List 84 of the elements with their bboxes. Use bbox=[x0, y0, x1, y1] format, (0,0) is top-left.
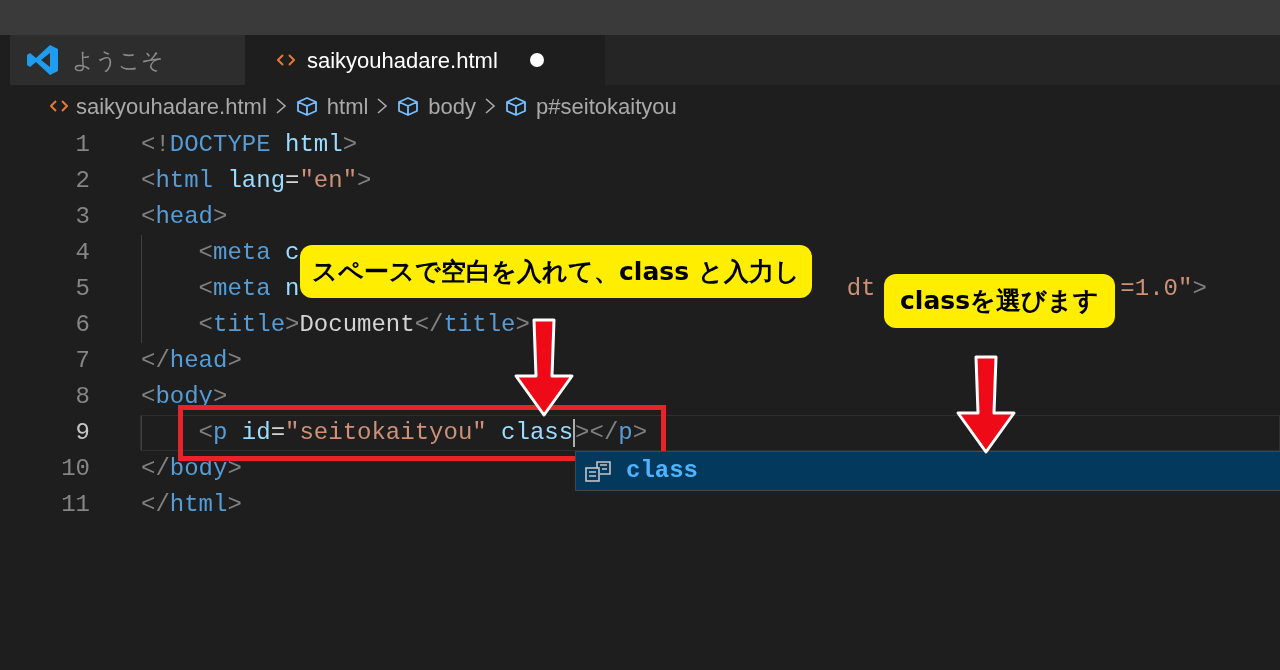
property-icon bbox=[584, 458, 614, 484]
line-number: 7 bbox=[74, 346, 90, 376]
code-token: = bbox=[285, 166, 300, 196]
code-token: n bbox=[284, 274, 300, 304]
app-logo-icon bbox=[26, 43, 60, 77]
breadcrumb-item[interactable]: body bbox=[396, 89, 477, 123]
code-token: meta bbox=[213, 238, 271, 268]
code-token: > bbox=[342, 130, 358, 160]
code-token: head bbox=[155, 202, 213, 232]
code-token: body bbox=[169, 454, 228, 484]
code-token: < bbox=[198, 238, 213, 268]
line-number: 10 bbox=[60, 454, 90, 484]
arrow-icon bbox=[954, 355, 1018, 455]
code-token: class bbox=[500, 418, 574, 448]
code-token: ></ bbox=[575, 418, 619, 448]
code-token: > bbox=[227, 490, 242, 520]
code-token: html bbox=[169, 490, 228, 520]
chevron-right-icon bbox=[484, 97, 497, 115]
code-token: < bbox=[141, 202, 156, 232]
arrow-icon bbox=[512, 318, 576, 418]
code-token: c bbox=[284, 238, 300, 268]
code-token: lang bbox=[226, 166, 286, 196]
code-token: < bbox=[141, 382, 156, 412]
code-token: title bbox=[213, 310, 286, 340]
callout: スペースで空白を入れて、class と入力し bbox=[300, 245, 812, 298]
code-token: <! bbox=[141, 130, 170, 160]
chevron-right-icon bbox=[274, 97, 287, 115]
code-token: > bbox=[213, 382, 228, 412]
code-token: < bbox=[198, 418, 213, 448]
code-token: > bbox=[227, 454, 242, 484]
tab-label: saikyouhadare.html bbox=[307, 46, 498, 75]
code-token: </ bbox=[414, 310, 444, 340]
code-token: DOCTYPE bbox=[169, 130, 271, 160]
code-token: Document bbox=[299, 310, 415, 340]
line-number: 11 bbox=[60, 490, 90, 520]
line-number: 5 bbox=[74, 274, 90, 304]
code-token: > bbox=[1192, 274, 1207, 304]
code-token: = bbox=[270, 418, 286, 448]
line-number: 4 bbox=[74, 238, 90, 268]
code-token: < bbox=[198, 274, 213, 304]
code-token: < bbox=[198, 310, 213, 340]
text-cursor bbox=[573, 419, 576, 447]
line-number: 9 bbox=[74, 418, 90, 448]
code-token: > bbox=[515, 310, 530, 340]
code-token: html bbox=[284, 130, 343, 160]
line-number: 8 bbox=[74, 382, 90, 412]
code-token: > bbox=[357, 166, 372, 196]
line-number: 6 bbox=[74, 310, 90, 340]
cube-icon bbox=[504, 95, 529, 117]
code-token: title bbox=[443, 310, 516, 340]
code-brackets-icon bbox=[50, 99, 68, 113]
breadcrumb-item[interactable]: p#seitokaityou bbox=[504, 89, 677, 123]
line-number: 1 bbox=[74, 130, 90, 160]
code-token: body bbox=[155, 382, 213, 412]
code-token: > bbox=[213, 202, 228, 232]
code-token: dt bbox=[846, 274, 876, 304]
cube-icon bbox=[396, 95, 421, 117]
code-token: p bbox=[213, 418, 228, 448]
chevron-right-icon bbox=[376, 97, 389, 115]
breadcrumb-item[interactable]: saikyouhadare.html bbox=[50, 89, 267, 123]
breadcrumb-item[interactable]: html bbox=[294, 89, 369, 123]
code-token: id bbox=[240, 418, 271, 448]
code-token: </ bbox=[141, 490, 170, 520]
code-token: "en" bbox=[299, 166, 358, 196]
code-token: > bbox=[632, 418, 648, 448]
callout: classを選びます bbox=[884, 274, 1116, 328]
code-token: head bbox=[169, 346, 228, 376]
code-token: > bbox=[285, 310, 300, 340]
code-token: </ bbox=[141, 346, 170, 376]
code-token: p bbox=[618, 418, 633, 448]
editor-tab[interactable]: ようこそ bbox=[10, 35, 245, 85]
code-token: meta bbox=[213, 274, 271, 304]
code-brackets-icon bbox=[277, 53, 295, 67]
code-token: </ bbox=[141, 454, 170, 484]
code-token: > bbox=[227, 346, 242, 376]
line-number: 3 bbox=[74, 202, 90, 232]
code-token: < bbox=[141, 166, 156, 196]
line-number: 2 bbox=[74, 166, 90, 196]
code-token: =1.0" bbox=[1120, 274, 1193, 304]
code-token: "seitokaityou" bbox=[285, 418, 487, 448]
cube-icon bbox=[294, 95, 319, 117]
code-token: html bbox=[155, 166, 213, 196]
suggestion-item[interactable]: class bbox=[576, 452, 1280, 490]
tab-label: ようこそ bbox=[72, 46, 164, 75]
